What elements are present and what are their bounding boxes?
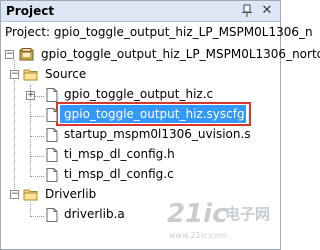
panel-titlebar: Project ✕	[1, 1, 280, 22]
collapse-minus-icon[interactable]: −	[10, 70, 19, 79]
watermark-cn: 电子网	[225, 205, 271, 223]
project-header: Project: gpio_toggle_output_hiz_LP_MSPM0…	[5, 25, 313, 39]
watermark-url: www.21ic.com	[169, 231, 227, 240]
file-label: ti_msp_dl_config.c	[64, 167, 174, 181]
folder-icon	[23, 189, 38, 201]
tree-item-file[interactable]: ti_msp_dl_config.c	[1, 165, 280, 185]
pin-icon[interactable]	[240, 4, 254, 18]
file-label: gpio_toggle_output_hiz.syscfg	[64, 107, 245, 121]
file-label: startup_mspm0l1306_uvision.s	[64, 127, 251, 141]
close-icon[interactable]: ✕	[260, 4, 274, 18]
target-icon	[19, 48, 34, 61]
file-label: ti_msp_dl_config.h	[64, 147, 175, 161]
tree-item-source-folder[interactable]: − Source	[1, 65, 280, 85]
target-label: gpio_toggle_output_hiz_LP_MSPM0L1306_nor…	[41, 47, 320, 61]
tree-item-file-selected[interactable]: gpio_toggle_output_hiz.syscfg	[1, 105, 280, 125]
watermark-brand: 21ic	[167, 199, 228, 229]
file-label: gpio_toggle_output_hiz.c	[64, 87, 214, 101]
folder-icon	[23, 69, 38, 81]
folder-label: Driverlib	[45, 187, 97, 201]
collapse-minus-icon[interactable]: −	[10, 190, 19, 199]
file-label: driverlib.a	[64, 207, 125, 221]
collapse-minus-icon[interactable]: −	[5, 50, 14, 59]
expand-plus-icon[interactable]: +	[26, 91, 35, 100]
file-icon	[46, 168, 58, 182]
file-icon	[46, 108, 58, 122]
file-icon	[46, 128, 58, 142]
tree-item-file[interactable]: ti_msp_dl_config.h	[1, 145, 280, 165]
folder-label: Source	[45, 67, 87, 81]
file-icon	[46, 88, 58, 102]
tree-item-file[interactable]: startup_mspm0l1306_uvision.s	[1, 125, 280, 145]
watermark-logo: 21ic 电子网 www.21ic.com	[167, 199, 279, 243]
tree-item-file[interactable]: driverlib.a	[1, 205, 161, 225]
file-icon	[46, 148, 58, 162]
project-panel: Project ✕ Project: gpio_toggle_output_hi…	[0, 0, 320, 250]
tree-item-target[interactable]: − gpio_toggle_output_hiz_LP_MSPM0L1306_n…	[1, 45, 320, 65]
panel-title: Project	[6, 4, 55, 18]
file-icon	[46, 208, 58, 222]
